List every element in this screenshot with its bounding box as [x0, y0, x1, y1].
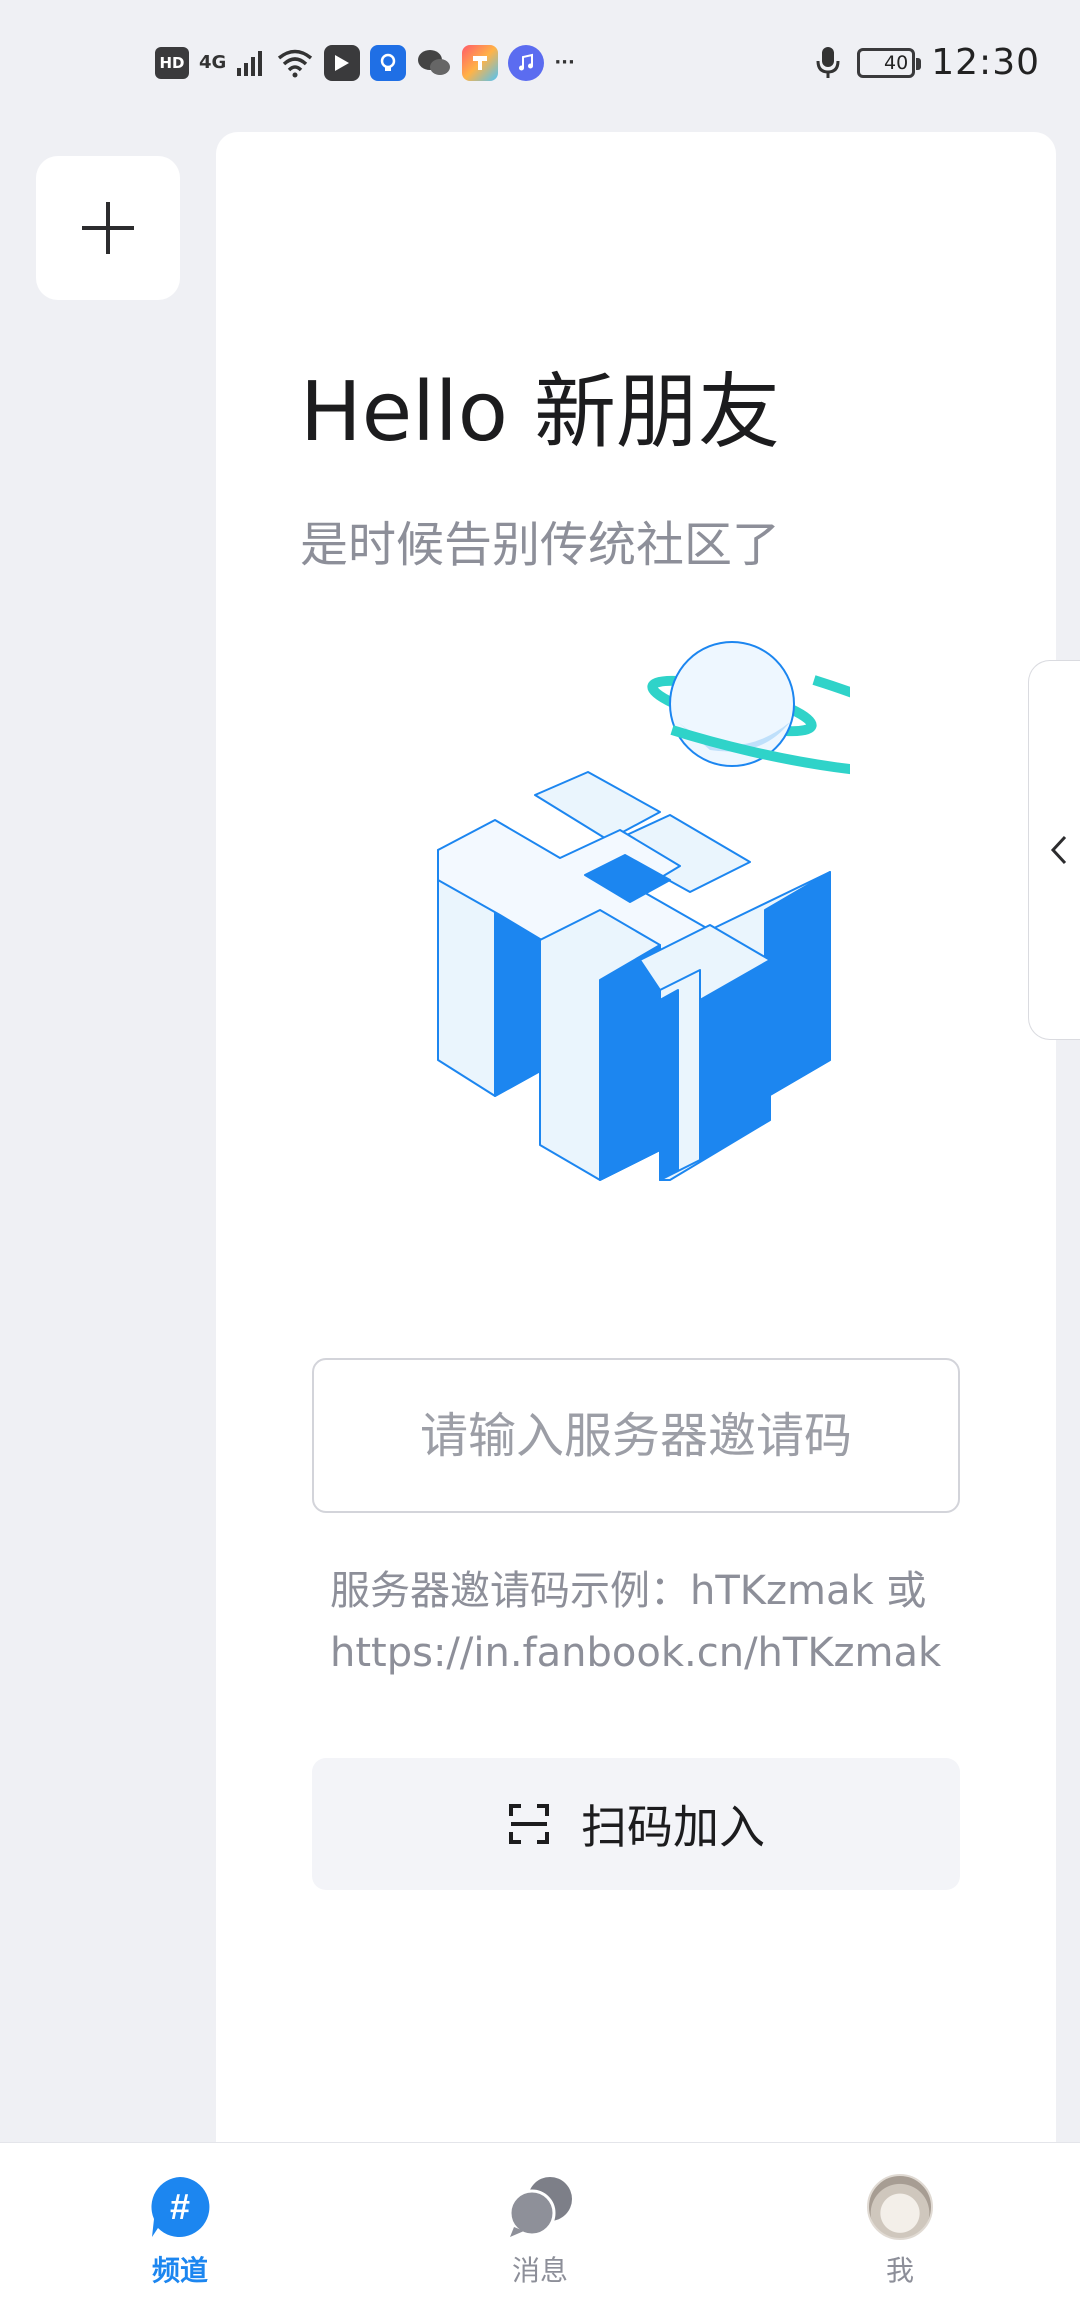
- nav-item-me[interactable]: 我: [720, 2143, 1080, 2310]
- invite-code-hint: 服务器邀请码示例：hTKzmak 或 https://in.fanbook.cn…: [330, 1560, 970, 1684]
- battery-level: 40: [884, 51, 909, 74]
- hashtag-block-icon: [437, 771, 831, 1181]
- hashtag-planet-illustration: [437, 641, 850, 1181]
- invite-code-input[interactable]: [312, 1358, 960, 1513]
- page-title: Hello 新朋友: [300, 365, 780, 460]
- invite-hint-link: https://in.fanbook.cn/hTKzmak: [330, 1630, 942, 1676]
- avatar: [867, 2174, 933, 2240]
- lightbulb-app-icon: [370, 44, 407, 81]
- status-bar: HD 4G ··· 40 12:30: [0, 0, 1080, 125]
- nav-label-me: 我: [885, 2254, 914, 2287]
- chat-bubbles-icon: [506, 2173, 574, 2241]
- invite-hint-example: 服务器邀请码示例：hTKzmak 或: [330, 1568, 927, 1614]
- music-app-icon: [508, 44, 545, 81]
- side-drawer-handle[interactable]: [1028, 660, 1080, 1040]
- scan-icon: [509, 1804, 549, 1844]
- add-server-button[interactable]: [36, 156, 180, 300]
- svg-text:#: #: [170, 2186, 190, 2227]
- colorful-app-icon: [462, 44, 499, 81]
- hashtag-icon: #: [146, 2173, 214, 2241]
- scan-button-label: 扫码加入: [581, 1800, 765, 1854]
- avatar-wrapper: [866, 2173, 934, 2241]
- nav-label-messages: 消息: [511, 2254, 568, 2287]
- network-type-label: 4G: [199, 52, 227, 73]
- status-icons-right: 40 12:30: [815, 42, 1040, 83]
- planet-icon: [647, 641, 850, 775]
- clock: 12:30: [931, 42, 1040, 83]
- more-notifications-icon: ···: [554, 52, 575, 73]
- plus-icon: [82, 202, 134, 254]
- battery-icon: 40: [857, 47, 922, 78]
- wechat-icon: [416, 47, 452, 79]
- nav-item-channels[interactable]: # 频道: [0, 2143, 360, 2310]
- page-subtitle: 是时候告别传统社区了: [299, 517, 780, 573]
- nav-label-channels: 频道: [151, 2254, 208, 2287]
- signal-icon: [236, 48, 266, 78]
- wifi-icon: [276, 48, 314, 78]
- status-icons-left: HD 4G ···: [155, 44, 575, 81]
- app-notification-icon: [324, 44, 361, 81]
- microphone-icon: [815, 45, 841, 81]
- chevron-left-icon: [1050, 835, 1066, 865]
- hd-icon: HD: [155, 46, 189, 79]
- scan-to-join-button[interactable]: 扫码加入: [312, 1758, 960, 1890]
- nav-item-messages[interactable]: 消息: [360, 2143, 720, 2310]
- bottom-navigation: # 频道 消息 我: [0, 2142, 1080, 2310]
